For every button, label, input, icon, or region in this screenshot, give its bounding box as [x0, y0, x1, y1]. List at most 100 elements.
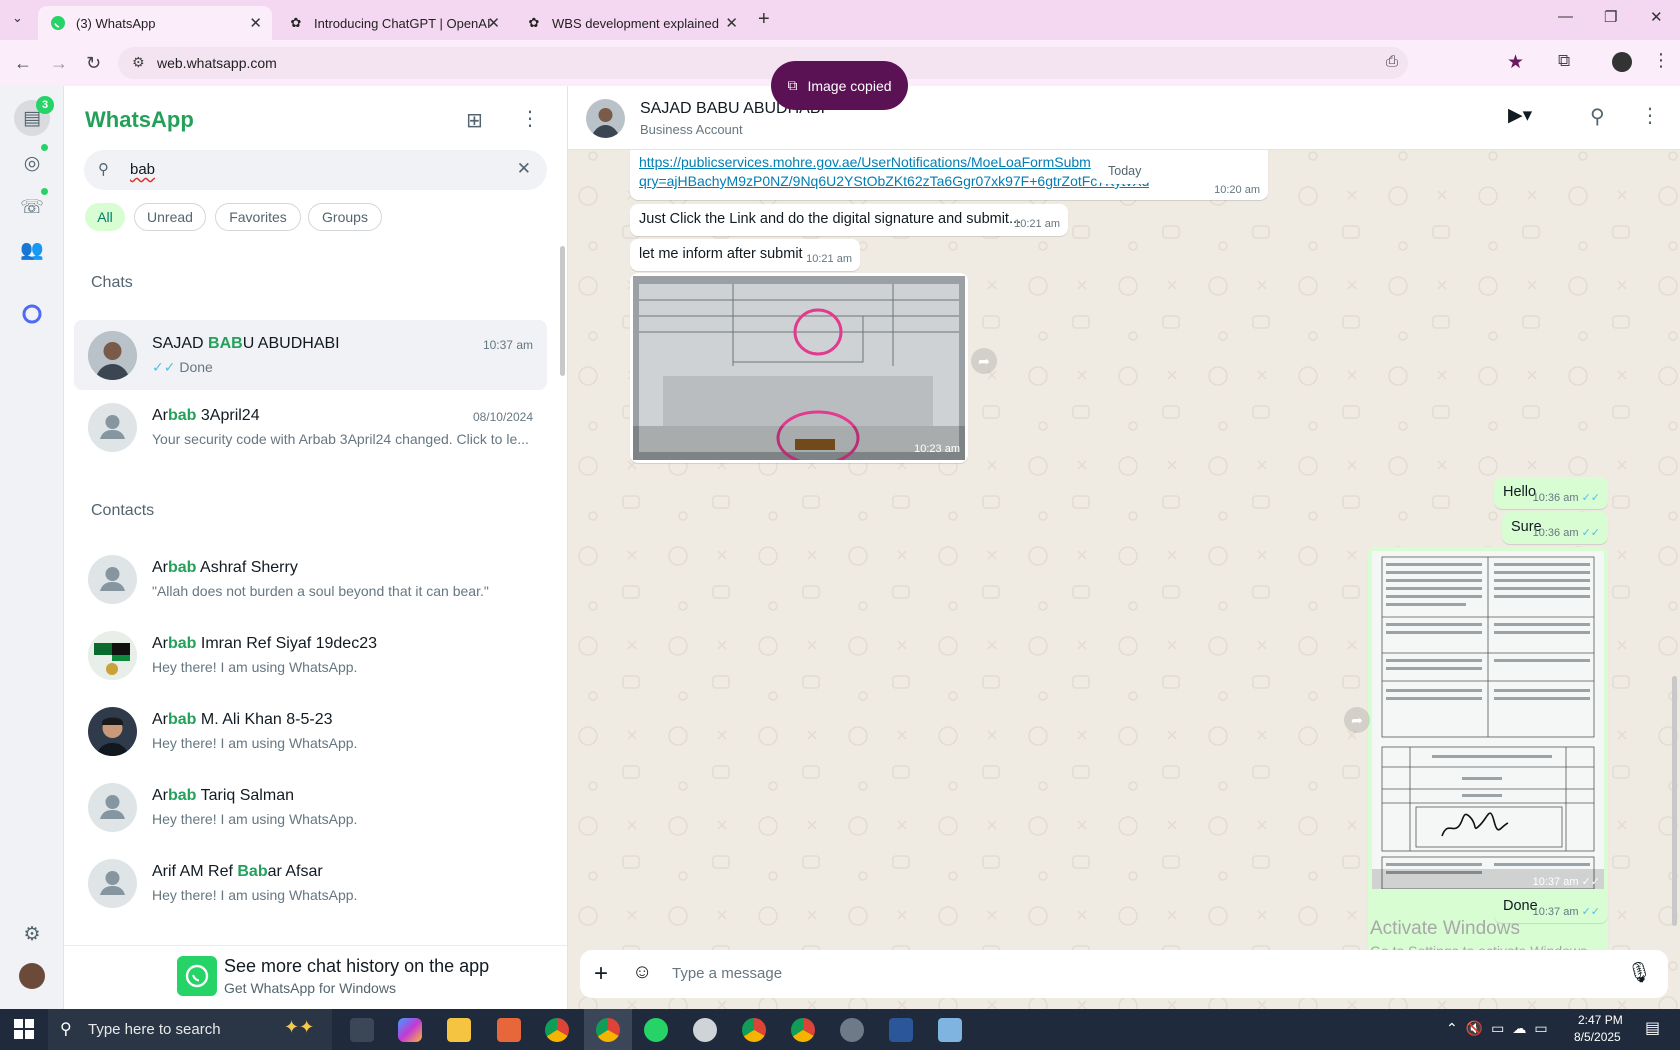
install-app-icon[interactable]: ⎙	[1386, 53, 1398, 70]
date-chip: Today	[1098, 160, 1152, 184]
message-in-link: https://publicservices.mohre.gov.ae/User…	[630, 150, 1268, 200]
extensions-icon[interactable]: ⧉	[1558, 51, 1570, 71]
app-icon[interactable]	[693, 1018, 717, 1042]
taskbar-search-input[interactable]: Type here to search	[88, 1021, 221, 1038]
message-text: let me inform after submit	[639, 246, 803, 262]
message-link[interactable]: https://publicservices.mohre.gov.ae/User…	[639, 154, 1099, 170]
search-box[interactable]: ⚲ bab ✕	[84, 150, 547, 190]
filter-unread[interactable]: Unread	[134, 203, 206, 231]
site-info-icon[interactable]: ⚙	[132, 54, 145, 71]
channels-icon[interactable]: ☏	[20, 195, 44, 219]
close-tab-icon[interactable]: ✕	[249, 14, 262, 32]
file-explorer-icon[interactable]	[447, 1018, 471, 1042]
scrollbar[interactable]	[560, 246, 565, 376]
message-link[interactable]: qry=ajHBachyM9zP0NZ/9Nq6U2YStObZKt62zTa6…	[639, 173, 1149, 189]
contact-row[interactable]: Arbab Imran Ref Siyaf 19dec23 Hey there!…	[74, 620, 547, 690]
back-icon[interactable]: ←	[14, 53, 32, 74]
chat-list-panel: WhatsApp ⊞ ⋮ ⚲ bab ✕ All Unread Favorite…	[64, 86, 568, 1009]
bookmark-star-icon[interactable]: ★	[1507, 51, 1524, 74]
avatar	[88, 859, 137, 908]
double-check-icon: ✓✓	[1581, 527, 1600, 539]
chrome-icon[interactable]	[545, 1018, 569, 1042]
chat-row[interactable]: Arbab 3April24 08/10/2024 Your security …	[74, 392, 547, 462]
activate-windows-title: Activate Windows	[1370, 918, 1520, 939]
task-view-icon[interactable]	[350, 1018, 374, 1042]
tab-chatgpt[interactable]: ✿ Introducing ChatGPT | OpenAI ✕	[276, 6, 510, 40]
clock-date[interactable]: 8/5/2025	[1574, 1030, 1621, 1044]
message-time: 10:37 am ✓✓	[1532, 906, 1600, 918]
filter-favorites[interactable]: Favorites	[215, 203, 301, 231]
clear-search-icon[interactable]: ✕	[517, 159, 531, 179]
message-time: 10:23 am	[914, 443, 960, 455]
status-icon[interactable]: ◎	[20, 151, 44, 175]
tab-whatsapp[interactable]: (3) WhatsApp ✕	[38, 6, 272, 40]
attach-plus-icon[interactable]: +	[594, 960, 608, 988]
word-icon[interactable]	[889, 1018, 913, 1042]
minimize-icon[interactable]: —	[1558, 8, 1573, 25]
new-tab-button[interactable]: +	[758, 8, 770, 31]
filter-groups[interactable]: Groups	[308, 203, 382, 231]
image-copied-toast: ⧉ Image copied	[771, 61, 908, 110]
meta-ai-icon[interactable]	[20, 302, 44, 326]
conversation-panel: SAJAD BABU ABUDHABI Business Account ▶▾ …	[568, 86, 1680, 1009]
browser-menu-icon[interactable]: ⋮	[1652, 50, 1670, 71]
window-close-icon[interactable]: ✕	[1650, 8, 1663, 26]
reload-icon[interactable]: ↻	[86, 53, 101, 74]
forward-icon[interactable]: →	[50, 53, 68, 74]
chrome-icon[interactable]	[742, 1018, 766, 1042]
message-input[interactable]: Type a message	[672, 965, 782, 982]
tab-title: WBS development explained	[552, 15, 719, 31]
whatsapp-favicon-icon	[50, 15, 66, 31]
chat-header[interactable]: SAJAD BABU ABUDHABI Business Account ▶▾ …	[568, 86, 1680, 150]
tab-wbs[interactable]: ✿ WBS development explained ✕	[514, 6, 748, 40]
message-in: Just Click the Link and do the digital s…	[630, 204, 1068, 236]
close-tab-icon[interactable]: ✕	[487, 14, 500, 32]
forward-icon[interactable]: ➦	[971, 348, 997, 374]
start-icon[interactable]	[14, 1019, 34, 1039]
toast-text: Image copied	[807, 77, 892, 94]
copilot-icon[interactable]	[398, 1018, 422, 1042]
settings-icon[interactable]	[840, 1018, 864, 1042]
new-chat-icon[interactable]: ⊞	[466, 108, 483, 133]
contact-row[interactable]: Arbab Tariq Salman Hey there! I am using…	[74, 772, 547, 842]
scrollbar[interactable]	[1672, 676, 1677, 926]
contact-row[interactable]: Arbab M. Ali Khan 8-5-23 Hey there! I am…	[74, 696, 547, 766]
search-input[interactable]: bab	[130, 161, 155, 178]
restore-icon[interactable]: ❐	[1604, 8, 1617, 26]
tab-title: Introducing ChatGPT | OpenAI	[314, 15, 491, 31]
settings-icon[interactable]: ⚙	[20, 922, 44, 946]
contact-avatar[interactable]	[586, 99, 625, 138]
openai-favicon-icon: ✿	[528, 15, 540, 30]
microphone-icon[interactable]: 🎙	[1627, 960, 1652, 985]
message-in-image[interactable]: 10:23 am	[630, 273, 968, 466]
signed-form-image[interactable]	[1372, 551, 1604, 890]
chrome-icon[interactable]	[596, 1018, 620, 1042]
chat-row[interactable]: SAJAD BABU ABUDHABI 10:37 am ✓✓ Done	[74, 320, 547, 390]
whatsapp-icon[interactable]	[644, 1018, 668, 1042]
video-call-icon[interactable]: ▶▾	[1508, 104, 1532, 127]
form-photo-image[interactable]	[633, 276, 965, 466]
chat-menu-icon[interactable]: ⋮	[1640, 103, 1660, 128]
get-app-banner[interactable]: See more chat history on the app Get Wha…	[64, 945, 567, 1009]
sparkle-icon: ✦✦	[284, 1017, 315, 1037]
profile-avatar[interactable]	[19, 963, 45, 989]
omnibox[interactable]: ⚙ web.whatsapp.com ⎙	[118, 47, 1408, 79]
notifications-icon[interactable]: ▤	[1645, 1018, 1660, 1038]
communities-icon[interactable]: 👥	[20, 238, 44, 262]
app-icon[interactable]	[497, 1018, 521, 1042]
close-tab-icon[interactable]: ✕	[725, 14, 738, 32]
profile-avatar[interactable]	[1612, 52, 1632, 72]
forward-icon[interactable]: ➦	[1344, 707, 1370, 733]
taskbar-search[interactable]: ⚲ Type here to search ✦✦	[48, 1009, 332, 1050]
sticker-icon[interactable]: ☺	[632, 961, 652, 984]
chrome-icon[interactable]	[791, 1018, 815, 1042]
tray-icons[interactable]: ⌃🔇▭☁▭	[1446, 1020, 1556, 1037]
menu-icon[interactable]: ⋮	[520, 106, 540, 131]
clock-time[interactable]: 2:47 PM	[1578, 1013, 1623, 1027]
search-icon[interactable]: ⚲	[1590, 104, 1605, 129]
filter-all[interactable]: All	[85, 203, 125, 231]
contact-row[interactable]: Arbab Ashraf Sherry "Allah does not burd…	[74, 544, 547, 614]
contact-row[interactable]: Arif AM Ref Babar Afsar Hey there! I am …	[74, 848, 547, 918]
app-icon[interactable]	[938, 1018, 962, 1042]
tab-list-chevron-icon[interactable]: ⌄	[12, 10, 23, 26]
